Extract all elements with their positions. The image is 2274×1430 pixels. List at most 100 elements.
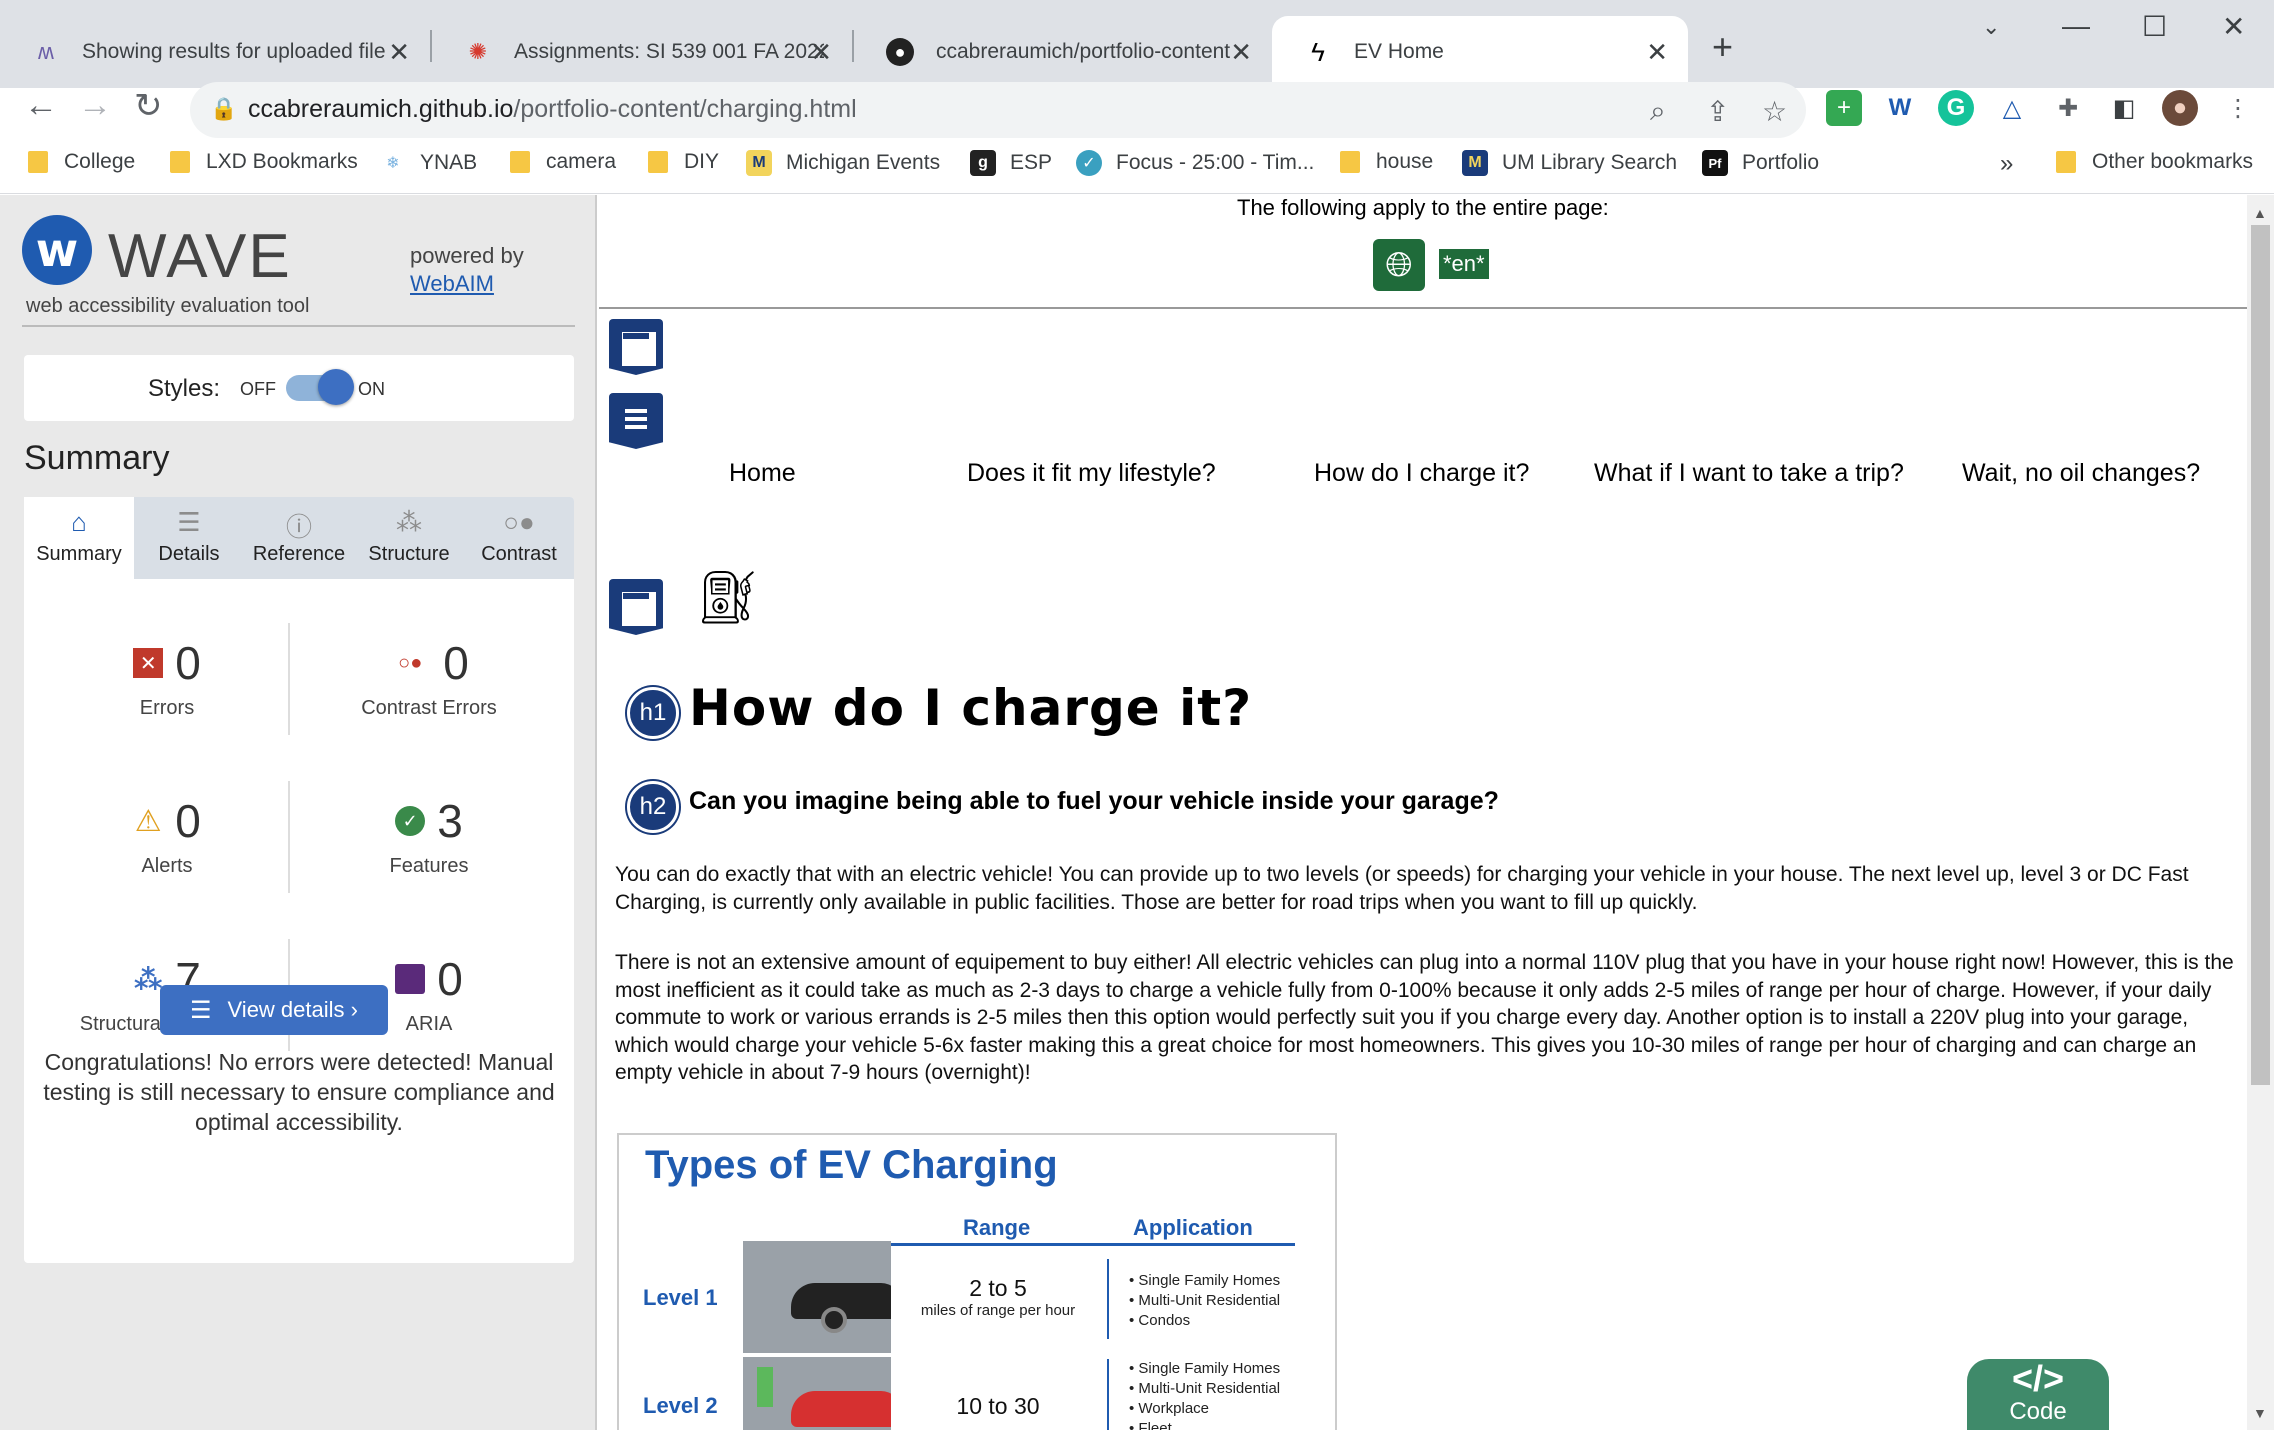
navigation-region-icon[interactable] — [609, 393, 663, 449]
url-path: /portfolio-content/charging.html — [513, 95, 857, 123]
scrollbar-thumb[interactable] — [2251, 225, 2270, 1085]
page-scrollbar[interactable]: ▲ ▼ — [2247, 195, 2274, 1430]
stat-contrast-errors[interactable]: ○● 0 Contrast Errors — [304, 637, 554, 720]
main-region-icon[interactable] — [609, 579, 663, 635]
extension-plus-icon[interactable]: + — [1826, 90, 1862, 126]
bookmark-label: camera — [546, 150, 617, 173]
menu-kebab-icon[interactable]: ⋮ — [2220, 90, 2256, 126]
close-icon[interactable]: ✕ — [1230, 37, 1252, 68]
grammarly-icon[interactable]: G — [1938, 90, 1974, 126]
stat-features[interactable]: ✓ 3 Features — [304, 795, 554, 878]
bookmark-star-icon[interactable]: ☆ — [1762, 95, 1787, 128]
header-bar — [623, 333, 649, 339]
scroll-up-arrow[interactable]: ▲ — [2253, 205, 2267, 221]
tab-structure[interactable]: ⁂ Structure — [354, 497, 464, 579]
ev-charger-icon: ⛽︎ — [695, 569, 762, 627]
check-icon: ✓ — [395, 806, 426, 836]
bookmark-college[interactable]: College — [28, 150, 135, 174]
accessibility-extension-icon[interactable]: △ — [1994, 90, 2030, 126]
profile-avatar[interactable]: ● — [2162, 90, 2198, 126]
bookmark-portfolio[interactable]: Pf Portfolio — [1702, 150, 1819, 176]
zoom-icon[interactable]: ⌕ — [1650, 95, 1666, 128]
bookmark-label: Portfolio — [1742, 151, 1820, 174]
stat-errors[interactable]: ✕ 0 Errors — [42, 637, 292, 720]
maximize-button[interactable]: ☐ — [2142, 10, 2167, 43]
aria-cube-icon — [395, 964, 426, 994]
nav-lifestyle[interactable]: Does it fit my lifestyle? — [967, 459, 1216, 488]
webaim-link[interactable]: WebAIM — [410, 271, 494, 297]
contrast-icon: ○● — [503, 507, 535, 537]
bookmark-house[interactable]: house — [1340, 150, 1433, 174]
share-icon[interactable]: ⇪ — [1706, 95, 1729, 128]
code-panel-toggle[interactable]: </> Code — [1967, 1359, 2109, 1430]
folder-icon — [648, 151, 668, 173]
bolt-favicon-icon: ϟ — [1311, 36, 1325, 67]
nav-oil-changes[interactable]: Wait, no oil changes? — [1962, 459, 2200, 488]
bookmark-label: Focus - 25:00 - Tim... — [1116, 151, 1315, 174]
wave-logo-icon: w — [22, 215, 92, 285]
bookmark-camera[interactable]: camera — [510, 150, 616, 174]
tab-search-icon[interactable]: ⌄ — [1982, 14, 2000, 40]
bookmark-michigan-events[interactable]: M Michigan Events — [746, 150, 940, 176]
tab-contrast[interactable]: ○● Contrast — [464, 497, 574, 579]
styles-toggle-knob[interactable] — [318, 369, 354, 405]
bookmark-other[interactable]: Other bookmarks — [2056, 150, 2253, 174]
bookmark-esp[interactable]: g ESP — [970, 150, 1052, 176]
close-icon[interactable]: ✕ — [810, 37, 832, 68]
bookmarks-overflow-button[interactable]: » — [2000, 150, 2013, 178]
bookmark-lxd[interactable]: LXD Bookmarks — [170, 150, 358, 174]
globe-icon[interactable]: 🌐︎ — [1373, 239, 1425, 291]
bookmark-focus[interactable]: ✓ Focus - 25:00 - Tim... — [1076, 150, 1314, 176]
level-1-label: Level 1 — [643, 1285, 718, 1310]
h2-badge[interactable]: h2 — [627, 781, 679, 833]
application-item: Condos — [1129, 1311, 1280, 1331]
divider — [288, 623, 290, 735]
wave-favicon-icon: ʍ — [38, 39, 54, 64]
scroll-down-arrow[interactable]: ▼ — [2253, 1405, 2267, 1421]
puzzle-extensions-icon[interactable]: ✚ — [2050, 90, 2086, 126]
tab-github[interactable]: ● ccabreraumich/portfolio-content ✕ — [854, 16, 1272, 88]
code-icon: </> — [2011, 1358, 2065, 1399]
list-icon: ☰ — [177, 507, 201, 537]
close-icon[interactable]: ✕ — [1646, 37, 1668, 68]
view-details-button[interactable]: ☰ View details › — [160, 985, 388, 1035]
stat-alerts[interactable]: ⚠ 0 Alerts — [42, 795, 292, 878]
tab-wave-results[interactable]: ʍ Showing results for uploaded file ✕ — [0, 16, 430, 88]
bookmark-um-library[interactable]: M UM Library Search — [1462, 150, 1677, 176]
styles-on-label: ON — [358, 379, 385, 399]
range-column-header: Range — [963, 1215, 1031, 1240]
header-region-icon[interactable] — [609, 319, 663, 375]
address-bar[interactable]: 🔒 ccabreraumich.github.io/portfolio-cont… — [190, 82, 1806, 138]
minimize-button[interactable]: — — [2062, 10, 2090, 42]
nav-trip[interactable]: What if I want to take a trip? — [1594, 459, 1904, 488]
tab-title: EV Home — [1354, 40, 1444, 63]
wave-sidebar: w WAVE web accessibility evaluation tool… — [0, 195, 597, 1430]
tab-summary[interactable]: ⌂ Summary — [24, 497, 134, 579]
bookmark-label: Michigan Events — [786, 151, 941, 174]
tab-label: Contrast — [481, 543, 557, 565]
nav-charge[interactable]: How do I charge it? — [1314, 459, 1529, 488]
side-panel-icon[interactable]: ◧ — [2106, 90, 2142, 126]
github-favicon-icon: ● — [886, 38, 914, 66]
forward-icon[interactable]: → — [78, 86, 112, 125]
back-icon[interactable]: ← — [24, 86, 58, 125]
folder-icon — [510, 151, 530, 173]
h1-badge[interactable]: h1 — [627, 687, 679, 739]
paragraph-equipment: There is not an extensive amount of equi… — [615, 951, 2234, 1084]
nav-line — [625, 417, 647, 421]
tab-reference[interactable]: ⓘ Reference — [244, 497, 354, 579]
close-icon[interactable]: ✕ — [388, 37, 410, 68]
nav-home[interactable]: Home — [729, 459, 796, 488]
tab-ev-home[interactable]: ϟ EV Home ✕ — [1272, 16, 1688, 88]
language-tag[interactable]: *en* — [1439, 249, 1489, 279]
bookmark-diy[interactable]: DIY — [648, 150, 719, 174]
info-icon: ⓘ — [285, 512, 312, 542]
wave-extension-icon[interactable]: W — [1882, 90, 1918, 126]
new-tab-button[interactable]: + — [1712, 26, 1733, 68]
bookmark-ynab[interactable]: ❄ YNAB — [380, 150, 477, 176]
application-item: Multi-Unit Residential — [1129, 1291, 1280, 1311]
close-window-button[interactable]: ✕ — [2222, 10, 2245, 43]
tab-details[interactable]: ☰ Details — [134, 497, 244, 579]
tab-assignments[interactable]: ✺ Assignments: SI 539 001 FA 2022 ✕ — [432, 16, 852, 88]
reload-icon[interactable]: ↻ — [134, 86, 163, 126]
